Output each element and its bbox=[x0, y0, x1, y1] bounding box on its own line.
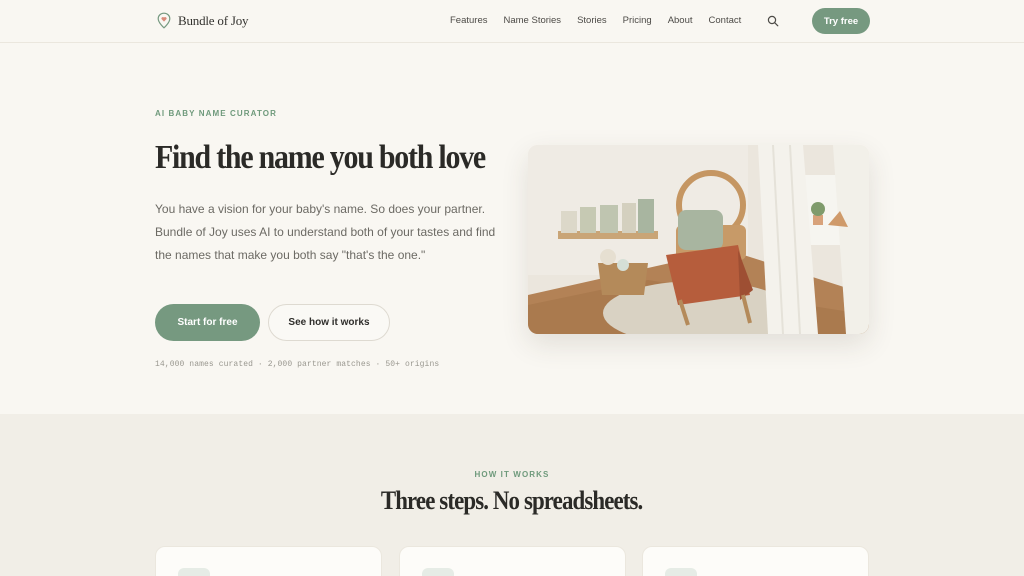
step-card-3 bbox=[642, 546, 869, 576]
step-card-2 bbox=[399, 546, 626, 576]
nav-about[interactable]: About bbox=[668, 15, 693, 26]
see-how-button[interactable]: See how it works bbox=[268, 304, 390, 341]
nursery-photo bbox=[528, 145, 869, 334]
how-title-text: Three steps. No spreadsheets. bbox=[381, 486, 643, 515]
hero-stats: 14,000 names curated · 2,000 partner mat… bbox=[155, 360, 440, 369]
nav-stories[interactable]: Stories bbox=[577, 15, 607, 26]
start-free-button[interactable]: Start for free bbox=[155, 304, 260, 341]
brand-name: Bundle of Joy bbox=[178, 12, 249, 28]
nav-name-stories[interactable]: Name Stories bbox=[504, 15, 562, 26]
search-icon[interactable] bbox=[767, 15, 779, 27]
hero-description: You have a vision for your baby's name. … bbox=[155, 202, 496, 262]
site-header: Bundle of Joy Features Name Stories Stor… bbox=[0, 0, 1024, 43]
brand-logo[interactable]: Bundle of Joy bbox=[157, 12, 249, 29]
nav-contact[interactable]: Contact bbox=[709, 15, 742, 26]
step-3-icon bbox=[665, 568, 697, 576]
nav-pricing[interactable]: Pricing bbox=[623, 15, 652, 26]
hero-eyebrow: AI BABY NAME CURATOR bbox=[155, 109, 278, 118]
step-2-icon bbox=[422, 568, 454, 576]
how-eyebrow: HOW IT WORKS bbox=[474, 470, 550, 479]
nav-features[interactable]: Features bbox=[450, 15, 488, 26]
hero-title: Find the name you both love bbox=[155, 139, 486, 176]
step-1-icon bbox=[178, 568, 210, 576]
try-free-button[interactable]: Try free bbox=[812, 8, 870, 34]
main-nav: Features Name Stories Stories Pricing Ab… bbox=[450, 15, 741, 26]
how-title: Three steps. No spreadsheets. bbox=[0, 486, 1024, 516]
step-card-1 bbox=[155, 546, 382, 576]
pin-heart-icon bbox=[157, 12, 171, 29]
